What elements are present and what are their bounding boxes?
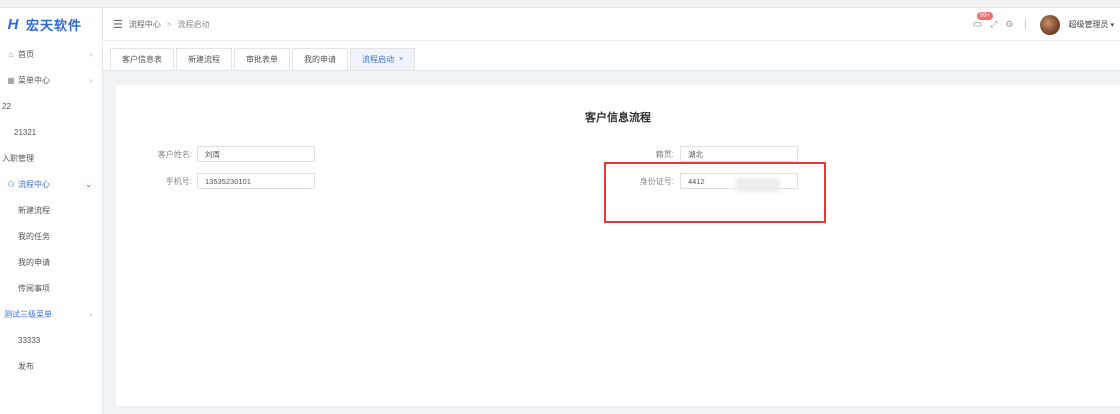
logo[interactable]: H 宏天软件 [0, 8, 102, 41]
grid-icon: ▦ [7, 75, 15, 85]
customer-name-row: 客户姓名: 刘周 [140, 146, 315, 162]
tab-approval-form[interactable]: 审批表单 [234, 48, 290, 70]
tab-customer-info[interactable]: 客户信息表 [110, 48, 174, 70]
phone-label: 手机号: [165, 176, 192, 186]
close-icon[interactable]: × [399, 56, 403, 63]
form-title: 客户信息流程 [585, 112, 651, 124]
native-place-row: 籍贯: 湖北 [622, 146, 798, 162]
logo-text: 宏天软件 [26, 18, 83, 33]
native-place-input[interactable]: 湖北 [680, 146, 798, 162]
sidebar-item-onboarding[interactable]: 入职管理 [0, 145, 102, 171]
native-place-label: 籍贯: [655, 149, 674, 159]
home-icon: ⌂ [8, 49, 14, 59]
message-badge: 99+ [976, 12, 993, 20]
sidebar-item-home[interactable]: ⌂ 首页 › [0, 41, 102, 67]
caret-down-icon[interactable]: ▾ [1110, 21, 1114, 29]
logo-icon: H [7, 16, 19, 33]
tab-new-process[interactable]: 新建流程 [176, 48, 232, 70]
breadcrumb-current: 流程启动 [177, 19, 210, 29]
tab-my-applications[interactable]: 我的申请 [292, 48, 348, 70]
hamburger-icon[interactable]: ☰ [113, 18, 123, 31]
sidebar-item-my-tasks[interactable]: 我的任务 [0, 223, 102, 249]
highlight-annotation [604, 162, 826, 223]
sidebar-item-process-center[interactable]: ⚇ 流程中心 ⌄ [0, 171, 102, 197]
browser-bookmark-bar [0, 0, 1120, 8]
sidebar-item-my-applications[interactable]: 我的申请 [0, 249, 102, 275]
chevron-right-icon: › [89, 49, 92, 59]
sidebar-item-33333[interactable]: 33333 [0, 327, 102, 353]
tab-process-start[interactable]: 流程启动 × [350, 48, 416, 70]
breadcrumb-item[interactable]: 流程中心 [129, 19, 161, 30]
top-header: ☰ 流程中心 > 流程启动 ▭ 99+ ⤢ ⚙ 超级管理员 ▾ [103, 8, 1120, 41]
header-divider [1025, 20, 1027, 29]
sidebar-item-three-level-menu[interactable]: 测试三级菜单 › [0, 301, 102, 327]
message-icon[interactable]: ▭ 99+ [973, 12, 993, 30]
breadcrumb-separator: > [166, 19, 172, 29]
phone-row: 手机号: 13535230101 [140, 173, 315, 189]
customer-name-label: 客户姓名: [157, 149, 192, 159]
sidebar-item-new-process[interactable]: 新建流程 [0, 197, 102, 223]
settings-icon[interactable]: ⚙ [1005, 19, 1013, 30]
header-actions: ▭ 99+ ⤢ ⚙ 超级管理员 ▾ [973, 8, 1114, 41]
sidebar-item-publish[interactable]: 发布 [0, 353, 102, 379]
tab-bar: 客户信息表 新建流程 审批表单 我的申请 流程启动 × [103, 41, 1120, 71]
sidebar-item-22[interactable]: 22 [0, 93, 102, 119]
user-icon: ⚇ [7, 179, 15, 189]
form-card: 客户信息流程 [116, 85, 1120, 406]
phone-input[interactable]: 13535230101 [197, 173, 315, 189]
chevron-right-icon: › [89, 309, 92, 319]
chevron-right-icon: › [89, 75, 92, 85]
chevron-down-icon: ⌄ [85, 179, 92, 189]
avatar[interactable] [1040, 14, 1061, 35]
sidebar-item-circulated[interactable]: 传阅事项 [0, 275, 102, 301]
username[interactable]: 超级管理员 [1068, 19, 1108, 30]
fullscreen-icon[interactable]: ⤢ [990, 19, 997, 30]
customer-name-input[interactable]: 刘周 [197, 146, 315, 162]
sidebar-item-21321[interactable]: 21321 [0, 119, 102, 145]
sidebar-item-menu-center[interactable]: ▦ 菜单中心 › [0, 67, 102, 93]
sidebar: H 宏天软件 ⌂ 首页 › ▦ 菜单中心 › 22 21321 入职管理 ⚇ 流… [0, 8, 103, 414]
